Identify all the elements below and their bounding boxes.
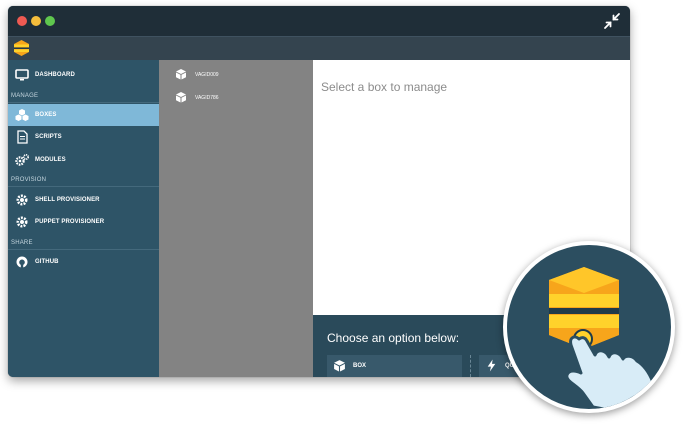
gear-icon <box>16 194 28 206</box>
section-label-share: SHARE <box>11 240 33 246</box>
vagrant-layers-logo[interactable] <box>14 40 29 56</box>
cube-icon <box>176 69 186 80</box>
sidebar-item-label: GITHUB <box>35 259 59 265</box>
sidebar-item-modules[interactable]: MODULES <box>8 149 159 171</box>
sidebar: DASHBOARD MANAGE BOXES SCRIPTS MODULES P… <box>8 60 159 377</box>
script-file-icon <box>17 130 28 144</box>
github-icon <box>16 256 28 268</box>
empty-state-text: Select a box to manage <box>321 80 448 94</box>
sidebar-item-boxes[interactable]: BOXES <box>8 104 159 126</box>
option-box-button[interactable]: BOX <box>327 355 462 377</box>
sidebar-item-dashboard[interactable]: DASHBOARD <box>8 64 159 86</box>
sidebar-item-github[interactable]: GITHUB <box>8 251 159 273</box>
arrows-collapse-icon[interactable] <box>603 12 621 30</box>
title-bar <box>8 6 630 36</box>
gear-icon <box>16 216 28 228</box>
hand-tap-logo-illustration <box>549 267 659 409</box>
options-title: Choose an option below: <box>327 331 460 345</box>
box-list-panel: VAGID009 VAGID786 <box>159 60 313 377</box>
option-label: BOX <box>353 363 367 369</box>
monitor-icon <box>15 69 29 81</box>
list-item-label: VAGID009 <box>195 72 219 78</box>
list-item-label: VAGID786 <box>195 95 219 101</box>
sidebar-item-label: BOXES <box>35 112 57 118</box>
list-item-box[interactable]: VAGID009 <box>159 64 313 84</box>
sidebar-item-label: PUPPET PROVISIONER <box>35 219 105 225</box>
sidebar-item-scripts[interactable]: SCRIPTS <box>8 126 159 148</box>
section-label-provision: PROVISION <box>11 177 47 183</box>
section-divider <box>8 102 159 103</box>
cube-icon <box>334 360 345 372</box>
sidebar-item-label: DASHBOARD <box>35 72 75 78</box>
sidebar-item-label: MODULES <box>35 157 66 163</box>
cube-icon <box>176 92 186 103</box>
app-icon-badge <box>503 241 675 413</box>
list-item-box[interactable]: VAGID786 <box>159 87 313 107</box>
lightning-icon <box>487 359 496 372</box>
section-divider <box>8 249 159 250</box>
section-label-manage: MANAGE <box>11 93 39 99</box>
section-divider <box>8 186 159 187</box>
boxes-icon <box>15 109 29 121</box>
option-separator <box>470 355 471 377</box>
app-toolbar <box>8 36 630 60</box>
sidebar-item-label: SCRIPTS <box>35 134 62 140</box>
sidebar-item-label: SHELL PROVISIONER <box>35 197 100 203</box>
sidebar-item-shell-provisioner[interactable]: SHELL PROVISIONER <box>8 189 159 211</box>
gears-icon <box>15 154 29 166</box>
pointing-hand-icon <box>565 335 659 409</box>
close-window-button[interactable] <box>17 16 27 26</box>
maximize-window-button[interactable] <box>45 16 55 26</box>
sidebar-item-puppet-provisioner[interactable]: PUPPET PROVISIONER <box>8 211 159 233</box>
minimize-window-button[interactable] <box>31 16 41 26</box>
